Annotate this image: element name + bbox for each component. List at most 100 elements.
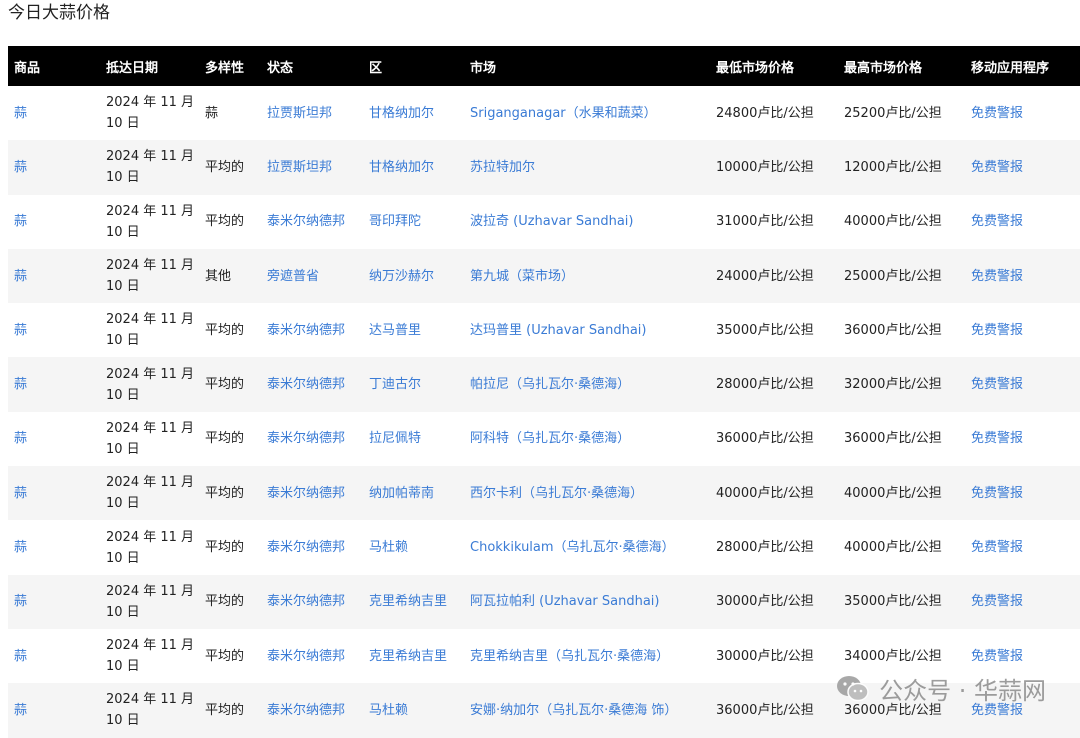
cell-free-alert-link[interactable]: 免费警报 [971, 323, 1023, 338]
table-header-row: 商品 抵达日期 多样性 状态 区 市场 最低市场价格 最高市场价格 移动应用程序 [8, 46, 1080, 86]
cell-free-alert-link[interactable]: 免费警报 [971, 431, 1023, 446]
cell-commodity-container: 蒜 [8, 249, 106, 303]
col-header-mobile-app[interactable]: 移动应用程序 [971, 46, 1080, 86]
cell-free-alert-container: 免费警报 [971, 140, 1080, 194]
cell-market-link[interactable]: 达玛普里 (Uzhavar Sandhai) [470, 323, 646, 338]
cell-market-link[interactable]: Sriganganagar（水果和蔬菜） [470, 106, 657, 121]
col-header-variety[interactable]: 多样性 [205, 46, 267, 86]
cell-state-link[interactable]: 泰米尔纳德邦 [267, 703, 345, 718]
cell-free-alert-link[interactable]: 免费警报 [971, 377, 1023, 392]
cell-district-container: 纳万沙赫尔 [369, 249, 470, 303]
cell-max-price: 32000卢比/公担 [844, 377, 942, 393]
cell-variety: 平均的 [205, 322, 245, 338]
cell-commodity-link[interactable]: 蒜 [14, 106, 27, 121]
cell-free-alert-link[interactable]: 免费警报 [971, 486, 1023, 501]
cell-max-price: 36000卢比/公担 [844, 431, 942, 447]
cell-district-link[interactable]: 拉尼佩特 [369, 431, 421, 446]
cell-district-link[interactable]: 克里希纳吉里 [369, 594, 447, 609]
cell-state-link[interactable]: 泰米尔纳德邦 [267, 540, 345, 555]
cell-district-link[interactable]: 甘格纳加尔 [369, 106, 434, 121]
col-header-max-price[interactable]: 最高市场价格 [844, 46, 971, 86]
cell-state-link[interactable]: 拉贾斯坦邦 [267, 106, 332, 121]
cell-variety-container: 平均的 [205, 357, 267, 411]
cell-market-link[interactable]: 西尔卡利（乌扎瓦尔·桑德海） [470, 486, 643, 501]
cell-district-container: 纳加帕蒂南 [369, 466, 470, 520]
cell-state-container: 泰米尔纳德邦 [267, 520, 369, 574]
cell-date: 2024 年 11 月 10 日 [106, 258, 195, 295]
cell-state-link[interactable]: 泰米尔纳德邦 [267, 323, 345, 338]
cell-max-price: 40000卢比/公担 [844, 540, 942, 556]
cell-date-container: 2024 年 11 月 10 日 [106, 466, 205, 520]
cell-district-link[interactable]: 克里希纳吉里 [369, 649, 447, 664]
cell-commodity-link[interactable]: 蒜 [14, 323, 27, 338]
cell-district-link[interactable]: 甘格纳加尔 [369, 160, 434, 175]
cell-commodity-link[interactable]: 蒜 [14, 377, 27, 392]
cell-market-container: Sriganganagar（水果和蔬菜） [470, 86, 716, 140]
cell-free-alert-link[interactable]: 免费警报 [971, 214, 1023, 229]
cell-state-link[interactable]: 泰米尔纳德邦 [267, 377, 345, 392]
col-header-market[interactable]: 市场 [470, 46, 716, 86]
cell-market-container: 帕拉尼（乌扎瓦尔·桑德海） [470, 357, 716, 411]
cell-district-link[interactable]: 纳万沙赫尔 [369, 269, 434, 284]
cell-free-alert-link[interactable]: 免费警报 [971, 160, 1023, 175]
col-header-commodity[interactable]: 商品 [8, 46, 106, 86]
cell-district-link[interactable]: 丁迪古尔 [369, 377, 421, 392]
cell-market-link[interactable]: 帕拉尼（乌扎瓦尔·桑德海） [470, 377, 630, 392]
cell-state-link[interactable]: 泰米尔纳德邦 [267, 431, 345, 446]
table-row: 蒜 2024 年 11 月 10 日平均的 泰米尔纳德邦 纳加帕蒂南 西尔卡利（乌扎瓦尔… [8, 466, 1080, 521]
cell-district-link[interactable]: 达马普里 [369, 323, 421, 338]
cell-district-container: 达马普里 [369, 303, 470, 357]
cell-variety: 平均的 [205, 648, 245, 664]
col-header-min-price[interactable]: 最低市场价格 [716, 46, 844, 86]
cell-state-link[interactable]: 泰米尔纳德邦 [267, 649, 345, 664]
cell-commodity-link[interactable]: 蒜 [14, 214, 27, 229]
col-header-state[interactable]: 状态 [267, 46, 369, 86]
cell-commodity-link[interactable]: 蒜 [14, 540, 27, 555]
cell-variety: 平均的 [205, 594, 245, 610]
cell-state-link[interactable]: 旁遮普省 [267, 269, 319, 284]
cell-free-alert-link[interactable]: 免费警报 [971, 649, 1023, 664]
cell-market-link[interactable]: 第九城（菜市场） [470, 269, 574, 284]
cell-commodity-link[interactable]: 蒜 [14, 703, 27, 718]
cell-min-price-container: 24800卢比/公担 [716, 86, 844, 140]
cell-date-container: 2024 年 11 月 10 日 [106, 683, 205, 737]
cell-market-link[interactable]: 克里希纳吉里（乌扎瓦尔·桑德海） [470, 649, 669, 664]
cell-market-link[interactable]: 阿瓦拉帕利 (Uzhavar Sandhai) [470, 594, 659, 609]
cell-state-link[interactable]: 泰米尔纳德邦 [267, 594, 345, 609]
cell-state-link[interactable]: 泰米尔纳德邦 [267, 486, 345, 501]
cell-free-alert-link[interactable]: 免费警报 [971, 540, 1023, 555]
cell-commodity-link[interactable]: 蒜 [14, 431, 27, 446]
cell-market-link[interactable]: Chokkikulam（乌扎瓦尔·桑德海） [470, 540, 675, 555]
cell-commodity-link[interactable]: 蒜 [14, 594, 27, 609]
cell-date-container: 2024 年 11 月 10 日 [106, 140, 205, 194]
cell-market-link[interactable]: 阿科特（乌扎瓦尔·桑德海） [470, 431, 630, 446]
cell-commodity-container: 蒜 [8, 520, 106, 574]
cell-variety-container: 平均的 [205, 303, 267, 357]
cell-market-link[interactable]: 苏拉特加尔 [470, 160, 535, 175]
cell-variety: 平均的 [205, 214, 245, 230]
cell-min-price: 35000卢比/公担 [716, 322, 814, 338]
cell-min-price-container: 40000卢比/公担 [716, 466, 844, 520]
cell-date: 2024 年 11 月 10 日 [106, 203, 195, 240]
cell-district-link[interactable]: 马杜赖 [369, 540, 408, 555]
col-header-date[interactable]: 抵达日期 [106, 46, 205, 86]
cell-commodity-link[interactable]: 蒜 [14, 486, 27, 501]
cell-market-link[interactable]: 安娜·纳加尔（乌扎瓦尔·桑德海 饰） [470, 703, 677, 718]
cell-commodity-link[interactable]: 蒜 [14, 269, 27, 284]
cell-free-alert-link[interactable]: 免费警报 [971, 269, 1023, 284]
cell-date-container: 2024 年 11 月 10 日 [106, 520, 205, 574]
cell-commodity-link[interactable]: 蒜 [14, 649, 27, 664]
cell-district-link[interactable]: 哥印拜陀 [369, 214, 421, 229]
cell-district-link[interactable]: 马杜赖 [369, 703, 408, 718]
cell-max-price: 25200卢比/公担 [844, 105, 942, 121]
cell-free-alert-container: 免费警报 [971, 520, 1080, 574]
cell-district-link[interactable]: 纳加帕蒂南 [369, 486, 434, 501]
cell-free-alert-link[interactable]: 免费警报 [971, 106, 1023, 121]
cell-date: 2024 年 11 月 10 日 [106, 583, 195, 620]
col-header-district[interactable]: 区 [369, 46, 470, 86]
cell-commodity-link[interactable]: 蒜 [14, 160, 27, 175]
cell-state-link[interactable]: 泰米尔纳德邦 [267, 214, 345, 229]
cell-market-link[interactable]: 波拉奇 (Uzhavar Sandhai) [470, 214, 633, 229]
cell-free-alert-link[interactable]: 免费警报 [971, 594, 1023, 609]
cell-state-link[interactable]: 拉贾斯坦邦 [267, 160, 332, 175]
